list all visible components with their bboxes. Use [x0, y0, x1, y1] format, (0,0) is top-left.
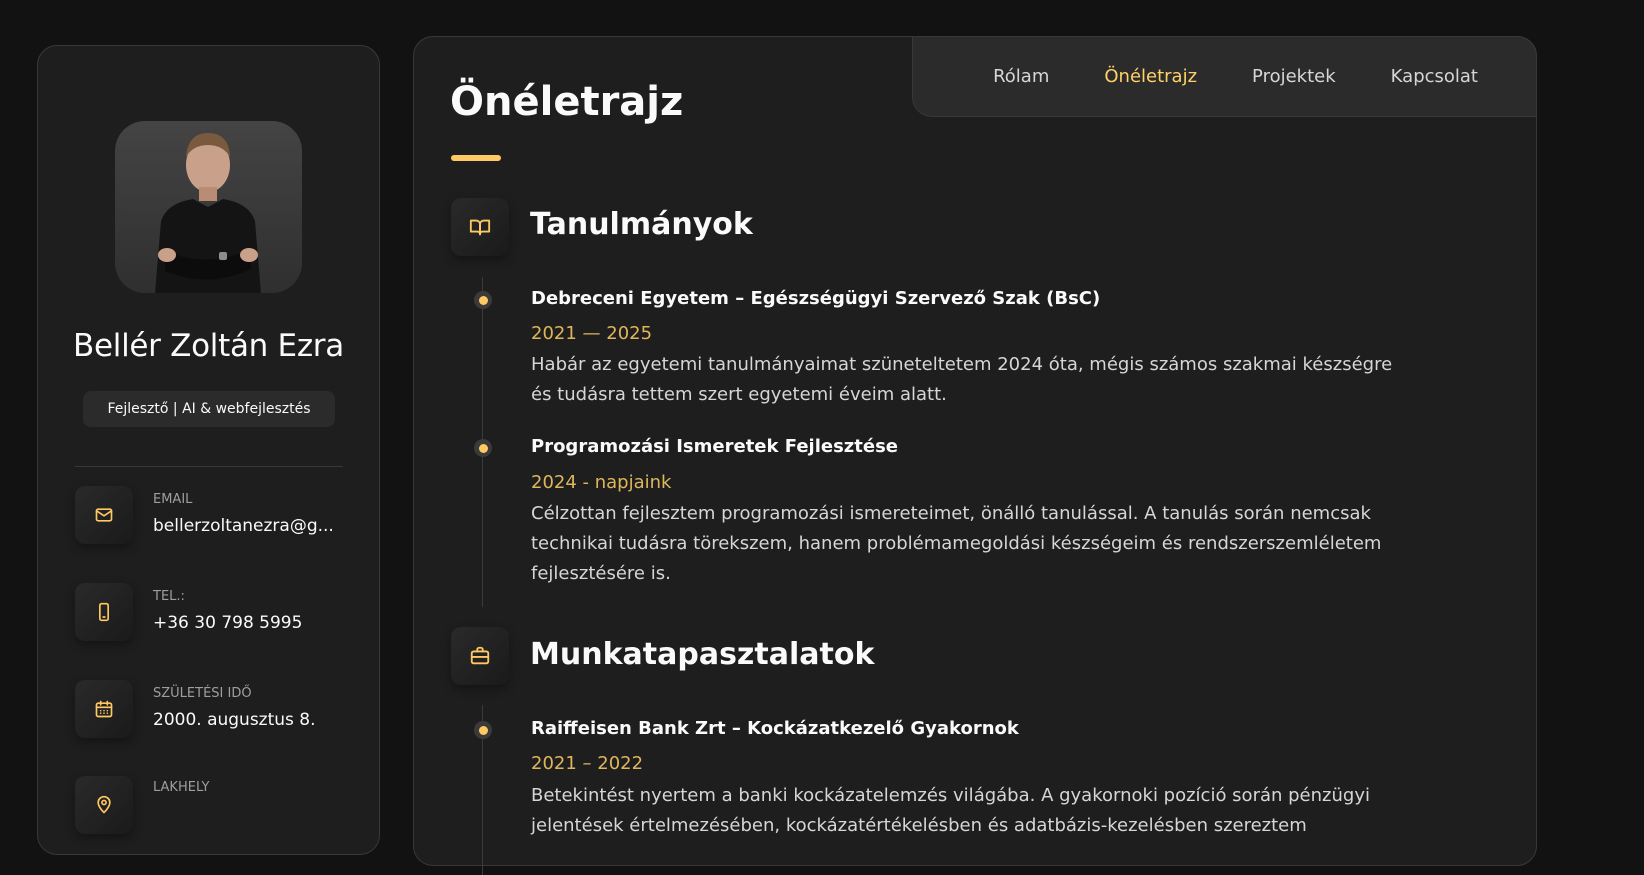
timeline-item-text: Habár az egyetemi tanulmányaimat szünete…: [531, 354, 1393, 405]
contact-item-location: LAKHELY: [75, 774, 345, 836]
profile-photo: [155, 133, 261, 293]
avatar: [115, 121, 302, 293]
briefcase-icon: [451, 627, 509, 685]
contact-item-email: EMAIL bellerzoltanezra@g...: [75, 486, 345, 548]
experience-title: Munkatapasztalatok: [530, 637, 875, 672]
timeline-item-title: Programozási Ismeretek Fejlesztése: [531, 436, 898, 457]
contact-item-phone: TEL.: +36 30 798 5995: [75, 583, 345, 645]
contact-label: LAKHELY: [153, 780, 210, 795]
timeline-dot: [474, 291, 492, 309]
timeline-dot: [474, 721, 492, 739]
phone-link[interactable]: +36 30 798 5995: [153, 613, 343, 633]
contact-value: 2000. augusztus 8.: [153, 710, 316, 730]
nav-projektek[interactable]: Projektek: [1252, 66, 1336, 87]
nav-rolam[interactable]: Rólam: [993, 66, 1049, 87]
book-icon: [451, 198, 509, 256]
contact-label: SZÜLETÉSI IDŐ: [153, 686, 252, 701]
timeline-item-text: Célzottan fejlesztem programozási ismere…: [531, 503, 1382, 584]
main-content: Rólam Önéletrajz Projektek Kapcsolat Öné…: [413, 36, 1537, 875]
page-title: Önéletrajz: [450, 79, 684, 125]
nav-kapcsolat[interactable]: Kapcsolat: [1391, 66, 1478, 87]
timeline-dot: [474, 439, 492, 457]
location-icon: [75, 776, 133, 834]
nav-oneletrajz[interactable]: Önéletrajz: [1104, 66, 1197, 87]
contact-label: EMAIL: [153, 492, 193, 507]
timeline-item-title: Raiffeisen Bank Zrt – Kockázatkezelő Gya…: [531, 718, 1019, 739]
sidebar-separator: [75, 466, 343, 467]
profile-name: Bellér Zoltán Ezra: [73, 328, 344, 364]
navbar: Rólam Önéletrajz Projektek Kapcsolat: [912, 36, 1537, 117]
timeline-item-date: 2021 – 2022: [531, 753, 644, 774]
mail-icon: [75, 486, 133, 544]
sidebar: Bellér Zoltán Ezra Fejlesztő | AI & webf…: [37, 45, 380, 855]
phone-icon: [75, 583, 133, 641]
contact-label: TEL.:: [153, 589, 185, 604]
timeline-item-text: Betekintést nyertem a banki kockázatelem…: [531, 785, 1370, 836]
profile-title-badge: Fejlesztő | AI & webfejlesztés: [83, 391, 335, 427]
timeline-item-date: 2024 - napjaink: [531, 472, 672, 493]
timeline-item-title: Debreceni Egyetem – Egészségügyi Szervez…: [531, 288, 1101, 309]
contact-item-birthday: SZÜLETÉSI IDŐ 2000. augusztus 8.: [75, 680, 345, 742]
education-title: Tanulmányok: [530, 207, 753, 242]
email-link[interactable]: bellerzoltanezra@g...: [153, 516, 343, 536]
calendar-icon: [75, 680, 133, 738]
timeline-item-date: 2021 — 2025: [531, 323, 653, 344]
title-underline: [451, 155, 501, 161]
